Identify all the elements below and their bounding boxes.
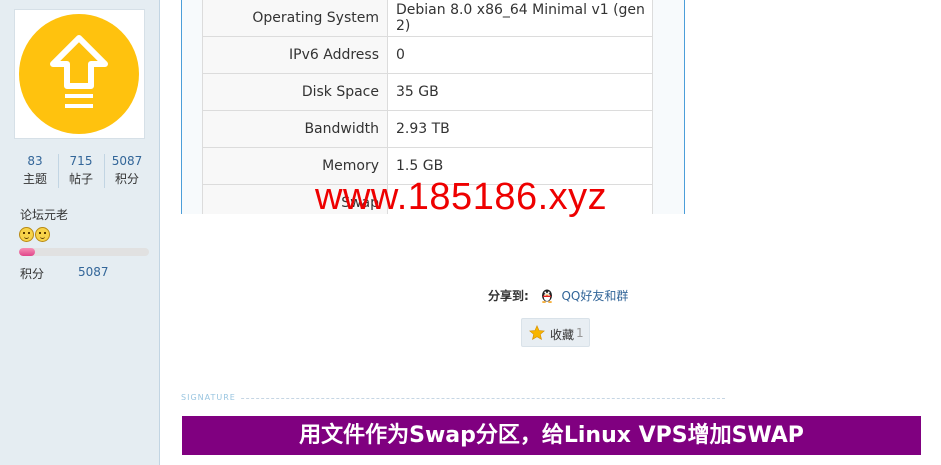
stat-posts-value[interactable]: 715 [58, 152, 104, 170]
spec-value: 2.93 TB [387, 110, 653, 148]
spec-key: Disk Space [202, 73, 388, 111]
share-label: 分享到: [488, 289, 529, 303]
signature-banner[interactable]: 用文件作为Swap分区，给Linux VPS增加SWAP [182, 416, 921, 455]
favorite-button[interactable]: 收藏 1 [521, 318, 590, 347]
stat-credits-label: 积分 [114, 172, 139, 186]
stat-threads-value[interactable]: 83 [12, 152, 58, 170]
avatar[interactable] [14, 9, 145, 139]
favorite-label: 收藏 [550, 328, 575, 342]
spec-value: 0 [387, 36, 653, 74]
credit-progress-bar [19, 248, 149, 256]
table-row: Bandwidth 2.93 TB [202, 110, 653, 148]
spec-key: Operating System [202, 0, 388, 37]
stat-threads-label: 主题 [22, 172, 47, 186]
star-icon [529, 325, 545, 341]
qq-penguin-icon[interactable] [539, 287, 555, 303]
stat-credits-value[interactable]: 5087 [104, 152, 150, 170]
credit-label: 积分 [20, 267, 45, 281]
stat-credits[interactable]: 5087 积分 [104, 152, 150, 188]
smiley-icon [19, 227, 34, 242]
stat-posts[interactable]: 715 帖子 [58, 152, 104, 188]
share-qq-link[interactable]: QQ好友和群 [561, 289, 628, 303]
spec-key: IPv6 Address [202, 36, 388, 74]
dashed-divider [181, 398, 725, 399]
credit-value: 5087 [78, 265, 109, 279]
stat-threads[interactable]: 83 主题 [12, 152, 58, 188]
spec-value: 35 GB [387, 73, 653, 111]
credit-progress-fill [19, 248, 35, 256]
table-row: Operating System Debian 8.0 x86_64 Minim… [202, 0, 653, 37]
user-sidebar: 83 主题 715 帖子 5087 积分 论坛元老 积分 5087 [0, 0, 160, 465]
table-row: IPv6 Address 0 [202, 36, 653, 74]
user-stats: 83 主题 715 帖子 5087 积分 [12, 152, 150, 190]
rank-title[interactable]: 论坛元老 [20, 206, 68, 223]
stat-posts-label: 帖子 [68, 172, 93, 186]
spec-key: Bandwidth [202, 110, 388, 148]
watermark: www.185186.xyz [315, 176, 608, 218]
share-row: 分享到: QQ好友和群 [488, 287, 628, 304]
upload-arrow-icon [19, 14, 139, 134]
signature-divider: SIGNATURE [181, 393, 725, 405]
spec-value: Debian 8.0 x86_64 Minimal v1 (gen 2) [387, 0, 653, 37]
table-row: Disk Space 35 GB [202, 73, 653, 111]
rank-icons [19, 227, 51, 243]
signature-heading: SIGNATURE [181, 393, 240, 402]
smiley-icon [35, 227, 50, 242]
favorite-count: 1 [576, 326, 584, 340]
